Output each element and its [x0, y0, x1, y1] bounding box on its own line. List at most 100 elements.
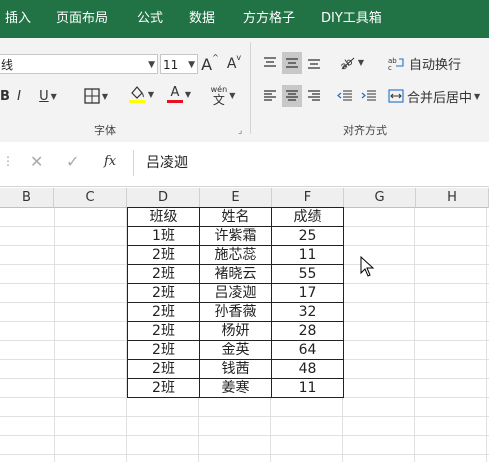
cell-class[interactable]: 2班 — [127, 302, 200, 322]
column-header-G[interactable]: G — [344, 188, 416, 208]
column-header-D[interactable]: D — [127, 188, 200, 208]
chevron-down-icon: ▼ — [50, 91, 57, 101]
column-header-E[interactable]: E — [200, 188, 272, 208]
font-color-button[interactable]: A ▼ — [162, 83, 196, 105]
decrease-indent-button[interactable] — [334, 85, 356, 107]
tab-fangfang[interactable]: 方方格子 — [243, 0, 295, 38]
cell-class[interactable]: 2班 — [127, 264, 200, 284]
ribbon-group-divider — [250, 42, 251, 134]
ribbon: 线 ▼ 11 ▼ A ^ Av B I U ▼ ▼ ▼ A ▼ wén 文 ▼ … — [0, 38, 489, 143]
tab-page-layout[interactable]: 页面布局 — [56, 0, 108, 38]
tab-formulas[interactable]: 公式 — [137, 0, 163, 38]
cell-name[interactable]: 许紫霜 — [199, 226, 272, 246]
data-table: 班级 姓名 成绩 1班 许紫霜 25 2班 施芯蕊 11 2班 褚晓云 55 2班 吕凌迦 17… — [127, 207, 344, 398]
align-right-button[interactable] — [304, 85, 324, 107]
table-row: 2班 姜寒 11 — [127, 378, 344, 398]
table-row: 1班 许紫霜 25 — [127, 226, 344, 246]
font-name-value: 线 — [1, 58, 14, 72]
cell-class[interactable]: 2班 — [127, 340, 200, 360]
orientation-button[interactable]: ab ▼ — [336, 51, 366, 73]
bold-button[interactable]: B — [0, 85, 12, 107]
shrink-font-button[interactable]: Av — [224, 53, 244, 75]
mouse-pointer-icon — [360, 256, 375, 277]
cell-class[interactable]: 1班 — [127, 226, 200, 246]
chevron-down-icon: ▼ — [357, 57, 365, 67]
alignment-group-label: 对齐方式 — [343, 124, 387, 137]
column-header-H[interactable]: H — [416, 188, 489, 208]
table-row: 2班 杨妍 28 — [127, 321, 344, 341]
cell-name[interactable]: 孙香薇 — [199, 302, 272, 322]
merge-center-button[interactable]: 合并后居中 ▼ — [388, 85, 489, 107]
cell-name[interactable]: 姜寒 — [199, 378, 272, 398]
tab-data[interactable]: 数据 — [189, 0, 215, 38]
tab-diy-toolbox[interactable]: DIY工具箱 — [321, 0, 382, 38]
phonetic-guide-button[interactable]: wén 文 ▼ — [206, 81, 240, 109]
merge-center-icon — [388, 89, 404, 103]
underline-button[interactable]: U ▼ — [32, 85, 64, 107]
tab-insert[interactable]: 插入 — [5, 0, 31, 38]
cell-score[interactable]: 48 — [271, 359, 344, 379]
more-options-icon: ⋮ — [2, 154, 14, 168]
wrap-text-button[interactable]: ab c 自动换行 — [388, 52, 484, 74]
chevron-down-icon: ▼ — [147, 89, 155, 99]
font-name-combo[interactable]: 线 ▼ — [0, 54, 158, 74]
cell-score[interactable]: 11 — [271, 378, 344, 398]
cell-name[interactable]: 钱茜 — [199, 359, 272, 379]
column-header-C[interactable]: C — [54, 188, 127, 208]
dialog-launcher-icon[interactable]: ⌟ — [238, 126, 242, 136]
cell-class[interactable]: 2班 — [127, 359, 200, 379]
cell-name[interactable]: 杨妍 — [199, 321, 272, 341]
header-name[interactable]: 姓名 — [199, 207, 272, 227]
enter-icon[interactable]: ✓ — [66, 152, 79, 171]
align-middle-button[interactable] — [282, 52, 302, 74]
cell-class[interactable]: 2班 — [127, 378, 200, 398]
caret-up-icon: ^ — [212, 53, 219, 62]
cell-name[interactable]: 褚晓云 — [199, 264, 272, 284]
increase-indent-button[interactable] — [358, 85, 380, 107]
svg-text:ab: ab — [338, 56, 355, 70]
cell-score[interactable]: 11 — [271, 245, 344, 265]
formula-input[interactable]: 吕凌迦 — [133, 150, 489, 176]
font-size-combo[interactable]: 11 ▼ — [160, 54, 198, 74]
font-group-label: 字体 — [94, 124, 116, 137]
italic-button[interactable]: I — [12, 85, 26, 107]
chevron-down-icon: ▼ — [101, 91, 109, 101]
align-top-button[interactable] — [260, 52, 280, 74]
cell-score[interactable]: 25 — [271, 226, 344, 246]
cell-score[interactable]: 28 — [271, 321, 344, 341]
table-row: 2班 金英 64 — [127, 340, 344, 360]
chevron-down-icon: ▼ — [148, 60, 155, 70]
insert-function-icon[interactable]: fx — [104, 154, 116, 169]
align-center-button[interactable] — [282, 85, 302, 107]
cell-name[interactable]: 施芯蕊 — [199, 245, 272, 265]
decrease-indent-icon — [337, 90, 352, 101]
formula-buttons: ⋮ ✕ ✓ fx — [0, 150, 130, 176]
header-score[interactable]: 成绩 — [271, 207, 344, 227]
cell-class[interactable]: 2班 — [127, 245, 200, 265]
cell-class[interactable]: 2班 — [127, 321, 200, 341]
svg-text:c: c — [388, 64, 392, 70]
align-center-icon — [286, 90, 298, 101]
cell-score[interactable]: 17 — [271, 283, 344, 303]
cell-score[interactable]: 55 — [271, 264, 344, 284]
cell-name[interactable]: 吕凌迦 — [199, 283, 272, 303]
table-row: 2班 施芯蕊 11 — [127, 245, 344, 265]
align-left-button[interactable] — [260, 85, 280, 107]
grow-font-button[interactable]: A ^ — [200, 53, 220, 75]
fill-color-button[interactable]: ▼ — [124, 83, 158, 105]
cell-class[interactable]: 2班 — [127, 283, 200, 303]
borders-icon — [84, 88, 100, 104]
cell-score[interactable]: 64 — [271, 340, 344, 360]
header-class[interactable]: 班级 — [127, 207, 200, 227]
cell-name[interactable]: 金英 — [199, 340, 272, 360]
cell-score[interactable]: 32 — [271, 302, 344, 322]
increase-indent-icon — [361, 90, 376, 101]
paint-bucket-icon — [128, 86, 145, 103]
align-bottom-button[interactable] — [304, 52, 324, 74]
wrap-text-icon: ab c — [388, 57, 404, 70]
table-row: 2班 褚晓云 55 — [127, 264, 344, 284]
borders-button[interactable]: ▼ — [78, 85, 114, 107]
column-header-F[interactable]: F — [272, 188, 344, 208]
cancel-icon[interactable]: ✕ — [30, 152, 43, 171]
column-header-B[interactable]: B — [0, 188, 54, 208]
